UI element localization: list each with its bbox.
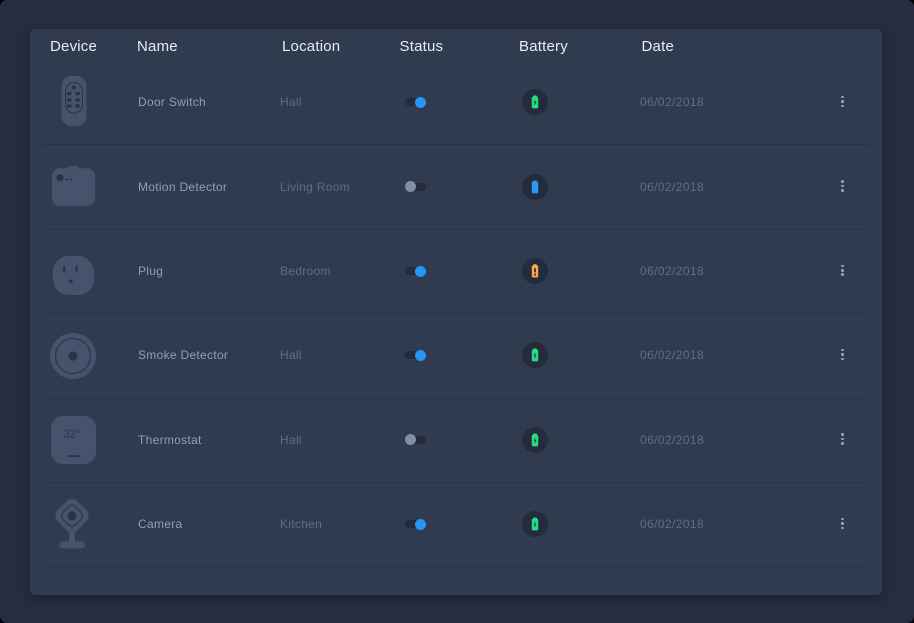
- svg-text:32°: 32°: [63, 429, 80, 441]
